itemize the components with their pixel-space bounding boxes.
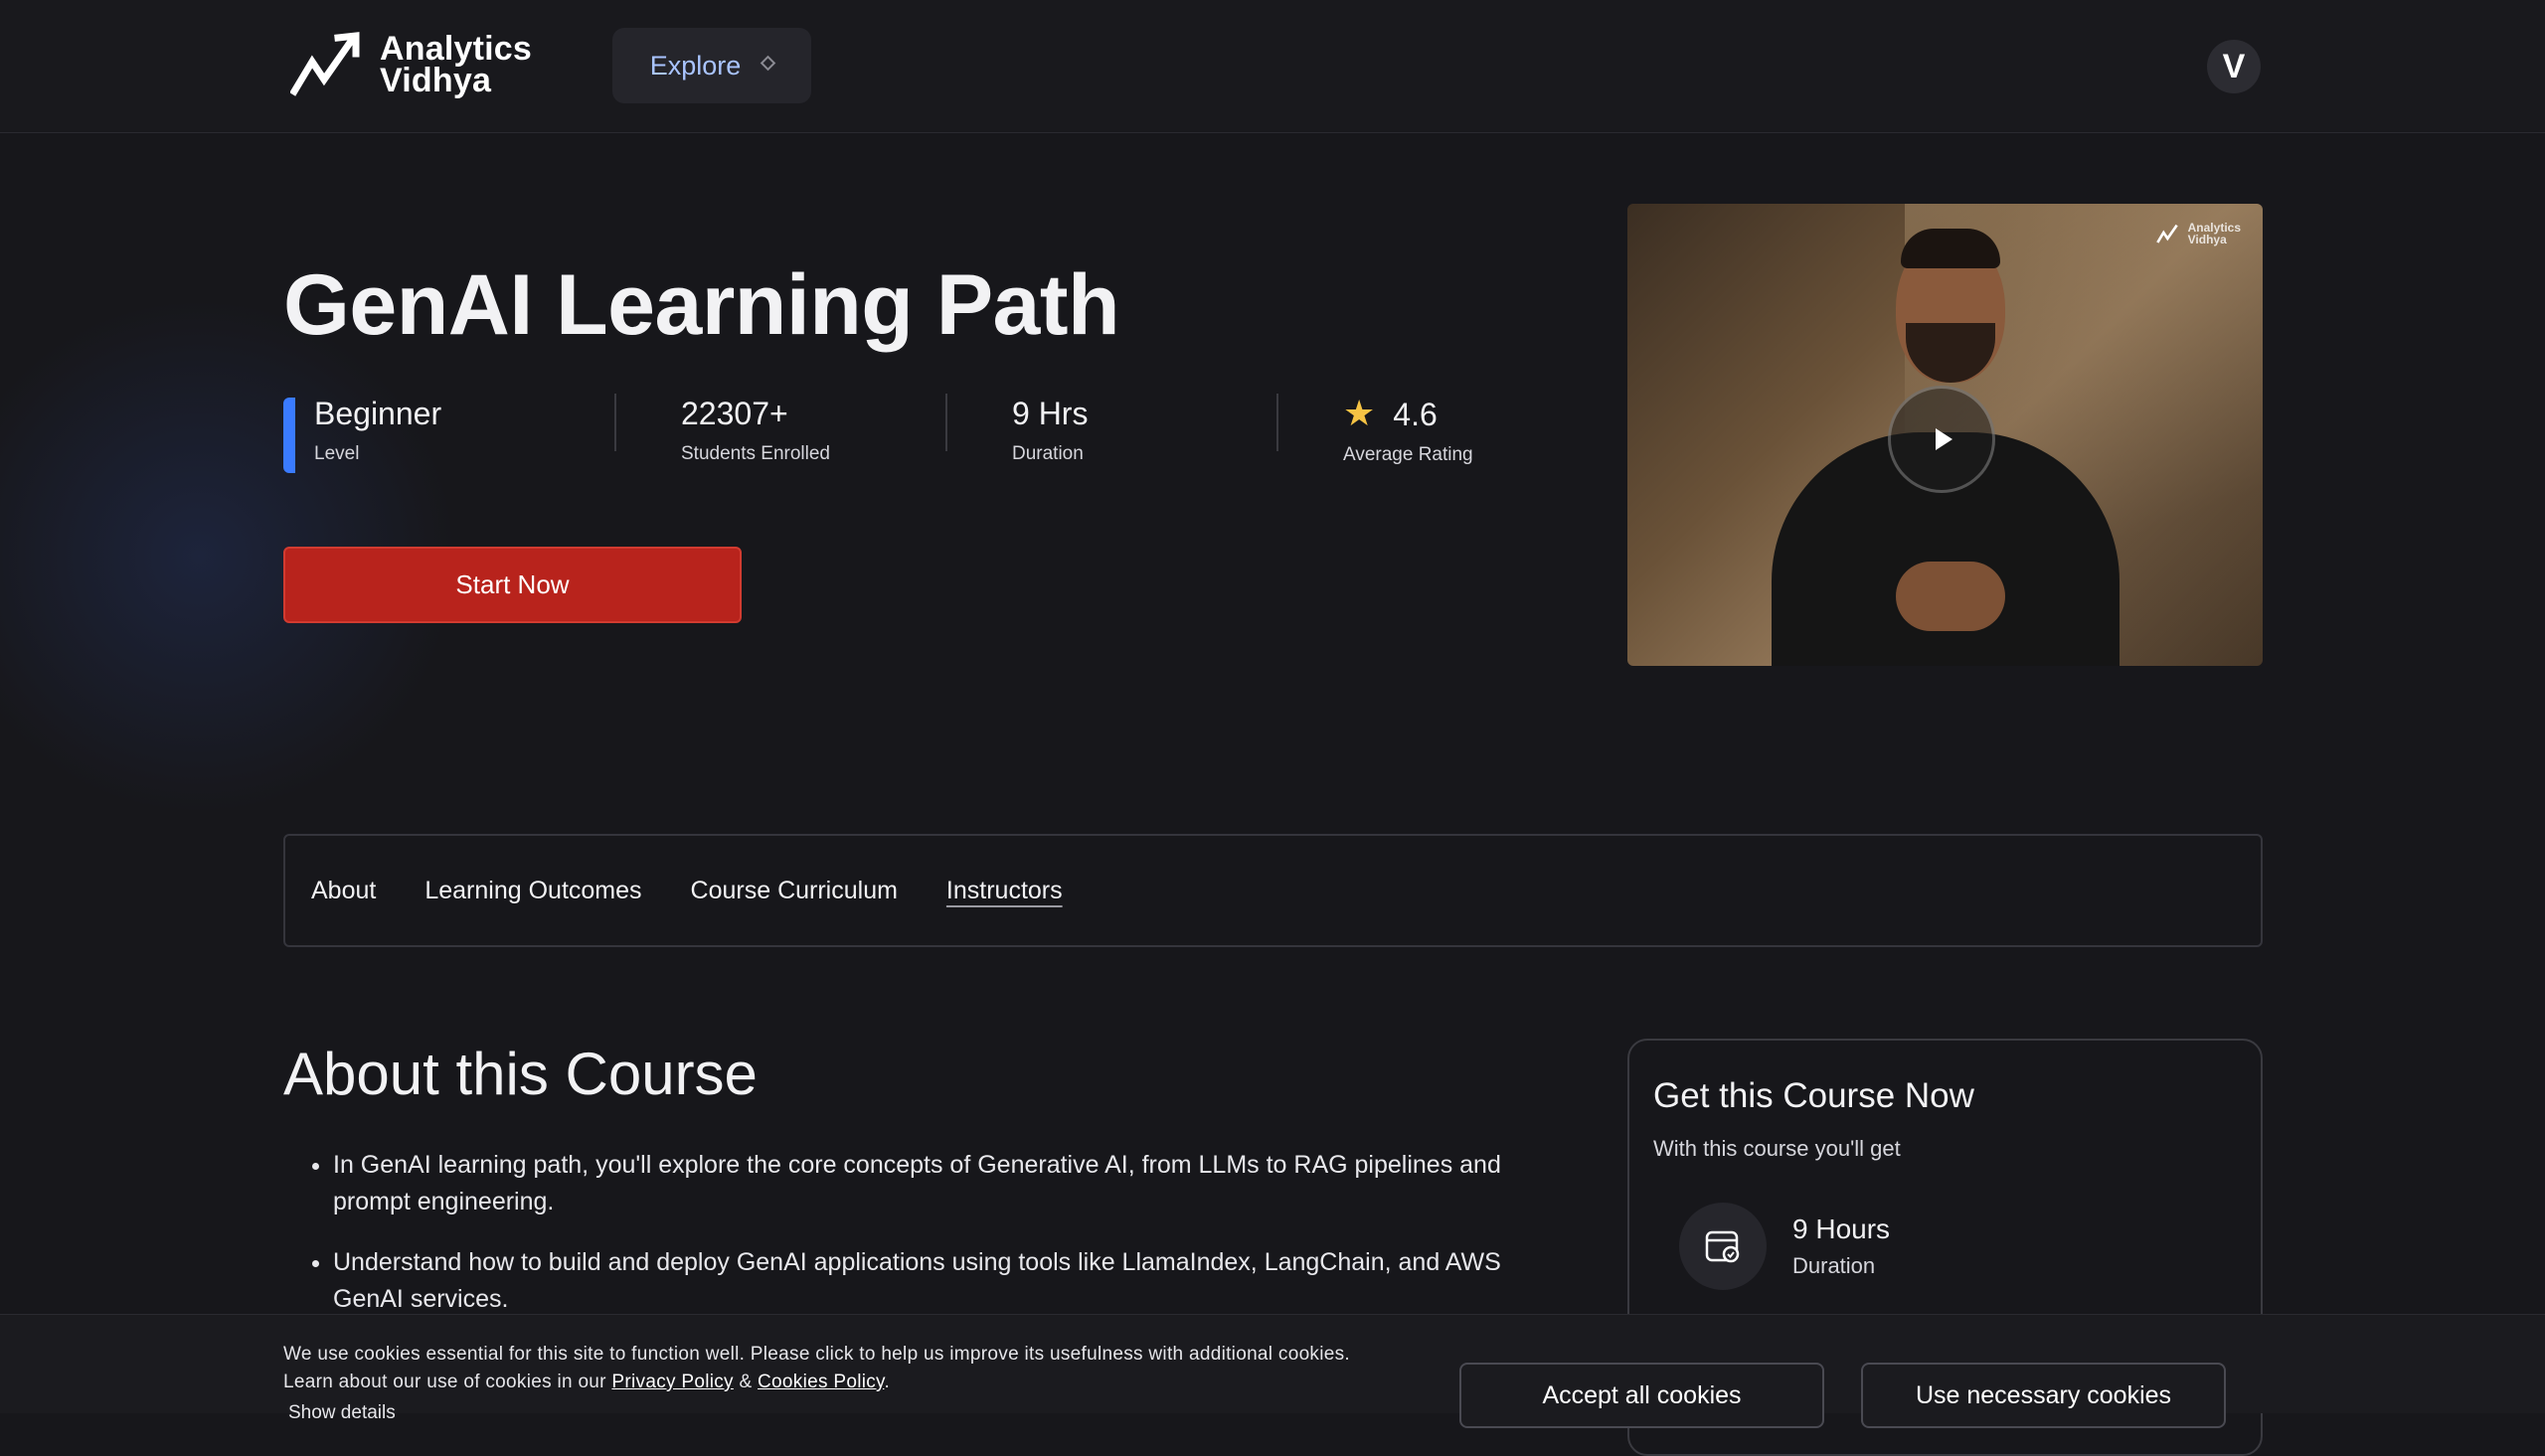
cookie-amp: & <box>739 1372 753 1392</box>
stat-level-label: Level <box>314 443 360 464</box>
video-watermark: Analytics Vidhya <box>2155 222 2241 246</box>
stat-level: Beginner Level <box>283 394 614 473</box>
about-section-title: About this Course <box>283 1041 758 1107</box>
intro-video-player[interactable]: Analytics Vidhya <box>1627 204 2263 666</box>
watermark-line-2: Vidhya <box>2187 233 2227 246</box>
video-presenter-hair <box>1901 229 2000 268</box>
top-navbar: Analytics Vidhya Explore V <box>0 0 2545 133</box>
cookie-message-line-2: Learn about our use of cookies in our Pr… <box>283 1369 1437 1396</box>
card-title: Get this Course Now <box>1653 1076 1974 1115</box>
stat-students-label: Students Enrolled <box>681 443 830 464</box>
card-feature-duration: 9 Hours Duration <box>1679 1203 1890 1290</box>
user-avatar[interactable]: V <box>2207 40 2261 93</box>
stat-duration-label: Duration <box>1012 443 1084 464</box>
list-item: Understand how to build and deploy GenAI… <box>333 1244 1571 1318</box>
play-icon <box>1936 428 1952 450</box>
tab-learning-outcomes[interactable]: Learning Outcomes <box>424 877 641 905</box>
logo-text: Analytics Vidhya <box>380 30 532 99</box>
cookies-policy-link[interactable]: Cookies Policy <box>758 1372 884 1392</box>
stat-rating: ★ 4.6 Average Rating <box>1276 394 1608 473</box>
stat-duration-value: 9 Hrs <box>1012 396 1089 431</box>
about-bullet-list: In GenAI learning path, you'll explore t… <box>308 1147 1571 1342</box>
necessary-label: Use necessary cookies <box>1915 1380 2172 1409</box>
show-details-link[interactable]: Show details <box>288 1402 396 1424</box>
cookie-message: We use cookies essential for this site t… <box>283 1341 1437 1396</box>
start-now-button[interactable]: Start Now <box>283 547 742 623</box>
explore-button[interactable]: Explore <box>612 28 811 103</box>
tab-instructors[interactable]: Instructors <box>946 877 1063 905</box>
accept-all-cookies-button[interactable]: Accept all cookies <box>1459 1363 1824 1428</box>
watermark-logo-icon <box>2155 224 2178 243</box>
stat-duration: 9 Hrs Duration <box>945 394 1276 473</box>
avatar-initial: V <box>2222 47 2246 85</box>
level-indicator-bar <box>283 398 295 473</box>
stat-students-value: 22307+ <box>681 396 788 431</box>
tab-about[interactable]: About <box>311 877 376 905</box>
page-title: GenAI Learning Path <box>283 257 1120 353</box>
play-button[interactable] <box>1888 386 1995 493</box>
feature-label: Duration <box>1792 1253 1876 1278</box>
logo-line-2: Vidhya <box>380 62 492 99</box>
course-stats: Beginner Level 22307+ Students Enrolled … <box>283 394 1608 473</box>
trend-arrow-logo-icon <box>290 32 360 96</box>
video-presenter-hands <box>1896 562 2005 631</box>
list-item: In GenAI learning path, you'll explore t… <box>333 1147 1571 1220</box>
star-icon: ★ <box>1343 393 1376 433</box>
cookie-message-line-1: We use cookies essential for this site t… <box>283 1344 1350 1365</box>
tab-course-curriculum[interactable]: Course Curriculum <box>691 877 898 905</box>
privacy-policy-link[interactable]: Privacy Policy <box>611 1372 733 1392</box>
accept-label: Accept all cookies <box>1542 1380 1742 1409</box>
cookie-period: . <box>884 1372 891 1392</box>
logo-line-1: Analytics <box>380 30 532 68</box>
use-necessary-cookies-button[interactable]: Use necessary cookies <box>1861 1363 2226 1428</box>
cookie-consent-bar: We use cookies essential for this site t… <box>0 1314 2545 1428</box>
course-section-tabs: About Learning Outcomes Course Curriculu… <box>283 834 2263 947</box>
start-now-label: Start Now <box>455 569 570 599</box>
diamond-icon <box>760 55 776 71</box>
cookie-line-2-prefix: Learn about our use of cookies in our <box>283 1372 606 1392</box>
stat-rating-value-row: ★ 4.6 <box>1343 394 1608 434</box>
explore-label: Explore <box>649 50 742 81</box>
stat-level-value: Beginner <box>314 396 442 431</box>
card-subtitle: With this course you'll get <box>1653 1136 1901 1161</box>
feature-value: 9 Hours <box>1792 1213 1891 1244</box>
stat-rating-label: Average Rating <box>1343 444 1473 465</box>
calendar-check-icon <box>1679 1203 1767 1290</box>
stat-students: 22307+ Students Enrolled <box>614 394 945 473</box>
analytics-vidhya-logo[interactable]: Analytics Vidhya <box>290 30 532 99</box>
stat-rating-value: 4.6 <box>1393 397 1438 432</box>
